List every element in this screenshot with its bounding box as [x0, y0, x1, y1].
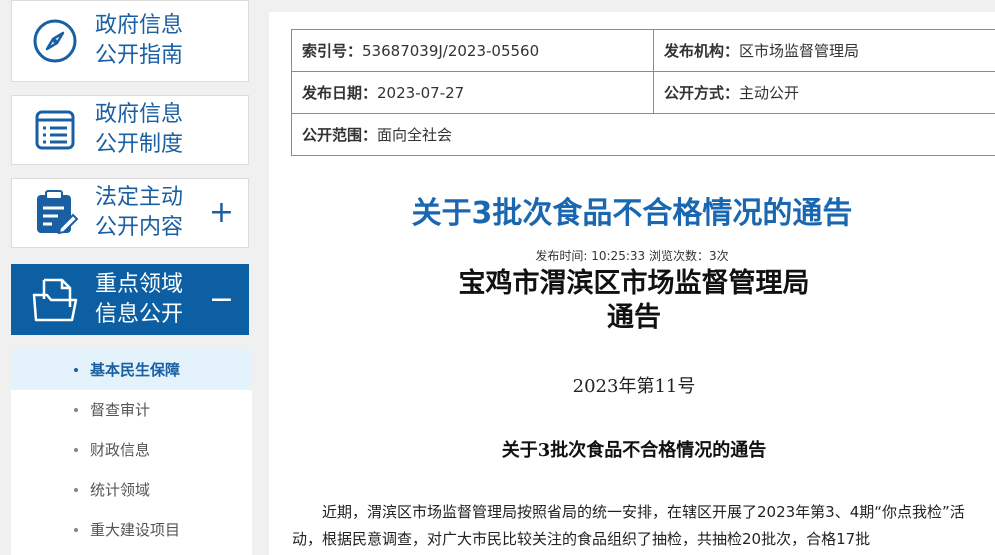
clipboard-edit-icon	[37, 190, 79, 235]
nav-guide-line1: 政府信息	[95, 13, 184, 38]
nav-key-areas-line2: 信息公开	[95, 301, 184, 327]
nav-system-line2: 公开制度	[95, 132, 184, 157]
article-title: 关于3批次食品不合格情况的通告	[411, 196, 853, 231]
publish-info: 发布时间: 10:25:33 浏览次数：3次	[535, 249, 729, 263]
list-document-icon	[35, 110, 75, 150]
nav-guide[interactable]: 政府信息 公开指南	[11, 0, 249, 82]
index-number-cell: 索引号：53687039J/2023-05560	[291, 29, 654, 72]
expand-plus-icon[interactable]: +	[209, 198, 234, 228]
publish-date-cell: 发布日期：2023-07-27	[291, 71, 654, 114]
sub-item-statistics[interactable]: 统计领域	[11, 470, 252, 510]
sub-nav-list: 基本民生保障 督查审计 财政信息 统计领域 重大建设项目	[11, 350, 252, 555]
nav-key-areas-line1: 重点领域	[95, 271, 184, 297]
nav-guide-line2: 公开指南	[95, 43, 184, 68]
compass-icon	[33, 19, 77, 63]
collapse-minus-icon[interactable]: −	[209, 284, 234, 315]
sub-item-audit[interactable]: 督查审计	[11, 390, 252, 430]
metadata-table: 索引号：53687039J/2023-05560 发布机构：区市场监督管理局 发…	[291, 29, 995, 156]
document-number: 2023年第11号	[572, 376, 696, 397]
nav-system-line1: 政府信息	[95, 102, 184, 127]
article-panel: 索引号：53687039J/2023-05560 发布机构：区市场监督管理局 发…	[269, 12, 995, 555]
body-paragraph: 近期，渭滨区市场监督管理局按照省局的统一安排，在辖区开展了2023年第3、4期“…	[292, 503, 965, 548]
sub-item-livelihood[interactable]: 基本民生保障	[11, 350, 252, 390]
nav-statutory-line1: 法定主动	[95, 185, 184, 210]
document-header: 宝鸡市渭滨区市场监督管理局 通告	[269, 267, 995, 335]
sub-item-construction[interactable]: 重大建设项目	[11, 510, 252, 550]
disclosure-scope-cell: 公开范围：面向全社会	[291, 113, 995, 156]
sidebar: 政府信息 公开指南 政府信息 公开制度 法定主动 公开内容 + 重点领域 信息公…	[0, 0, 262, 555]
document-subtitle: 关于3批次食品不合格情况的通告	[501, 440, 767, 461]
issuer-name: 宝鸡市渭滨区市场监督管理局	[458, 268, 810, 299]
document-type: 通告	[607, 302, 661, 333]
nav-key-areas[interactable]: 重点领域 信息公开 −	[11, 264, 249, 335]
disclosure-mode-cell: 公开方式：主动公开	[653, 71, 995, 114]
sub-item-finance[interactable]: 财政信息	[11, 430, 252, 470]
nav-statutory-line2: 公开内容	[95, 215, 184, 240]
publishing-org-cell: 发布机构：区市场监督管理局	[653, 29, 995, 72]
nav-statutory[interactable]: 法定主动 公开内容 +	[11, 178, 249, 248]
folder-document-icon	[32, 278, 78, 321]
nav-system[interactable]: 政府信息 公开制度	[11, 95, 249, 165]
